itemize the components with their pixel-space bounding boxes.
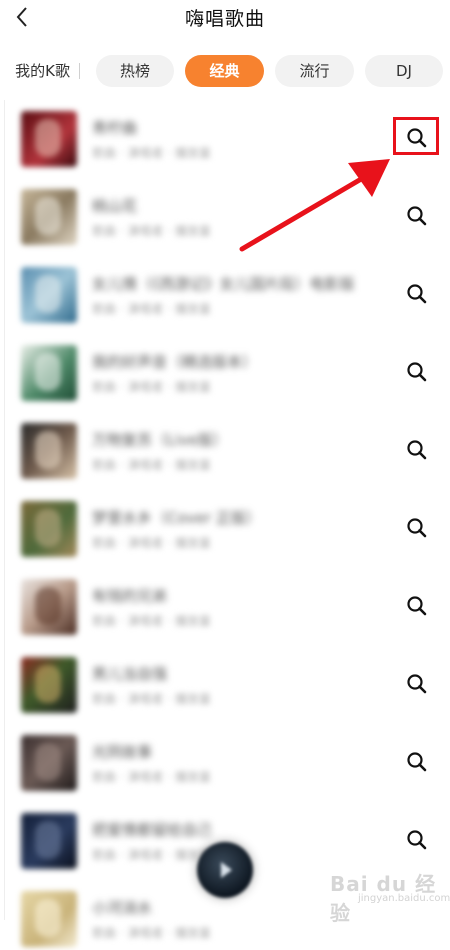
album-cover [21,579,77,635]
header: 嗨唱歌曲 [0,0,450,44]
annotation-arrow-icon [239,159,390,252]
search-icon[interactable] [404,203,430,229]
song-title: 把爱情都留给自己 [92,821,213,839]
song-subtitle: 歌曲 · 演唱者 · 播放量 [92,302,211,316]
song-subtitle: 歌曲 · 演唱者 · 播放量 [92,536,211,550]
tab-hot-list[interactable]: 热榜 [96,55,174,87]
list-item[interactable]: 梦里水乡（Cover 正版） 歌曲 · 演唱者 · 播放量 [0,490,450,560]
song-title: 青柠曲 [92,119,138,137]
search-icon[interactable] [404,359,430,385]
search-icon[interactable] [404,515,430,541]
album-cover [21,657,77,713]
song-title: 梦里水乡（Cover 正版） [92,509,261,527]
song-title: 小河淌水 [92,899,153,917]
song-subtitle: 歌曲 · 演唱者 · 播放量 [92,848,211,862]
list-item[interactable]: 万物复苏（Live版） 歌曲 · 演唱者 · 播放量 [0,412,450,482]
song-title: 桃山花 [92,197,138,215]
floating-player-button[interactable] [197,842,253,898]
search-icon[interactable] [404,437,430,463]
search-icon[interactable] [404,593,430,619]
search-icon[interactable] [404,671,430,697]
song-title: 万物复苏（Live版） [92,431,228,449]
album-cover [21,189,77,245]
song-title: 光阴故事 [92,743,153,761]
tab-divider [79,63,80,79]
category-tabs: 我的K歌 热榜 经典 流行 DJ [0,55,450,87]
search-icon[interactable] [404,749,430,775]
album-cover [21,111,77,167]
song-subtitle: 歌曲 · 演唱者 · 播放量 [92,614,211,628]
song-subtitle: 歌曲 · 演唱者 · 播放量 [92,380,211,394]
album-cover [21,813,77,869]
song-subtitle: 歌曲 · 演唱者 · 播放量 [92,770,211,784]
list-item[interactable]: 光阴故事 歌曲 · 演唱者 · 播放量 [0,724,450,794]
song-title: 有钱的兄弟 [92,587,168,605]
song-title: 男儿当自强 [92,665,168,683]
list-item[interactable]: 女儿情（《西游记》女儿国片段）电影版 歌曲 · 演唱者 · 播放量 [0,256,450,326]
album-cover [21,267,77,323]
song-subtitle: 歌曲 · 演唱者 · 播放量 [92,926,211,940]
song-subtitle: 歌曲 · 演唱者 · 播放量 [92,224,211,238]
album-cover [21,423,77,479]
tab-pop[interactable]: 流行 [275,55,354,87]
song-subtitle: 歌曲 · 演唱者 · 播放量 [92,458,211,472]
watermark-url: jingyan.baidu.com [358,893,450,904]
music-note-icon [221,862,232,878]
list-item[interactable]: 男儿当自强 歌曲 · 演唱者 · 播放量 [0,646,450,716]
album-cover [21,345,77,401]
album-cover [21,501,77,557]
tab-classic[interactable]: 经典 [185,55,264,87]
search-icon[interactable] [404,281,430,307]
song-subtitle: 歌曲 · 演唱者 · 播放量 [92,146,211,160]
album-cover [21,891,77,947]
search-icon[interactable] [404,827,430,853]
song-subtitle: 歌曲 · 演唱者 · 播放量 [92,692,211,706]
page-title: 嗨唱歌曲 [184,8,265,30]
tab-dj[interactable]: DJ [365,55,443,87]
song-title: 我的好声音（精选版本） [92,353,258,371]
list-item[interactable]: 我的好声音（精选版本） 歌曲 · 演唱者 · 播放量 [0,334,450,404]
tab-my-k-song[interactable]: 我的K歌 [0,55,78,87]
list-item[interactable]: 有钱的兄弟 歌曲 · 演唱者 · 播放量 [0,568,450,638]
song-title: 女儿情（《西游记》女儿国片段）电影版 [92,275,355,293]
album-cover [21,735,77,791]
